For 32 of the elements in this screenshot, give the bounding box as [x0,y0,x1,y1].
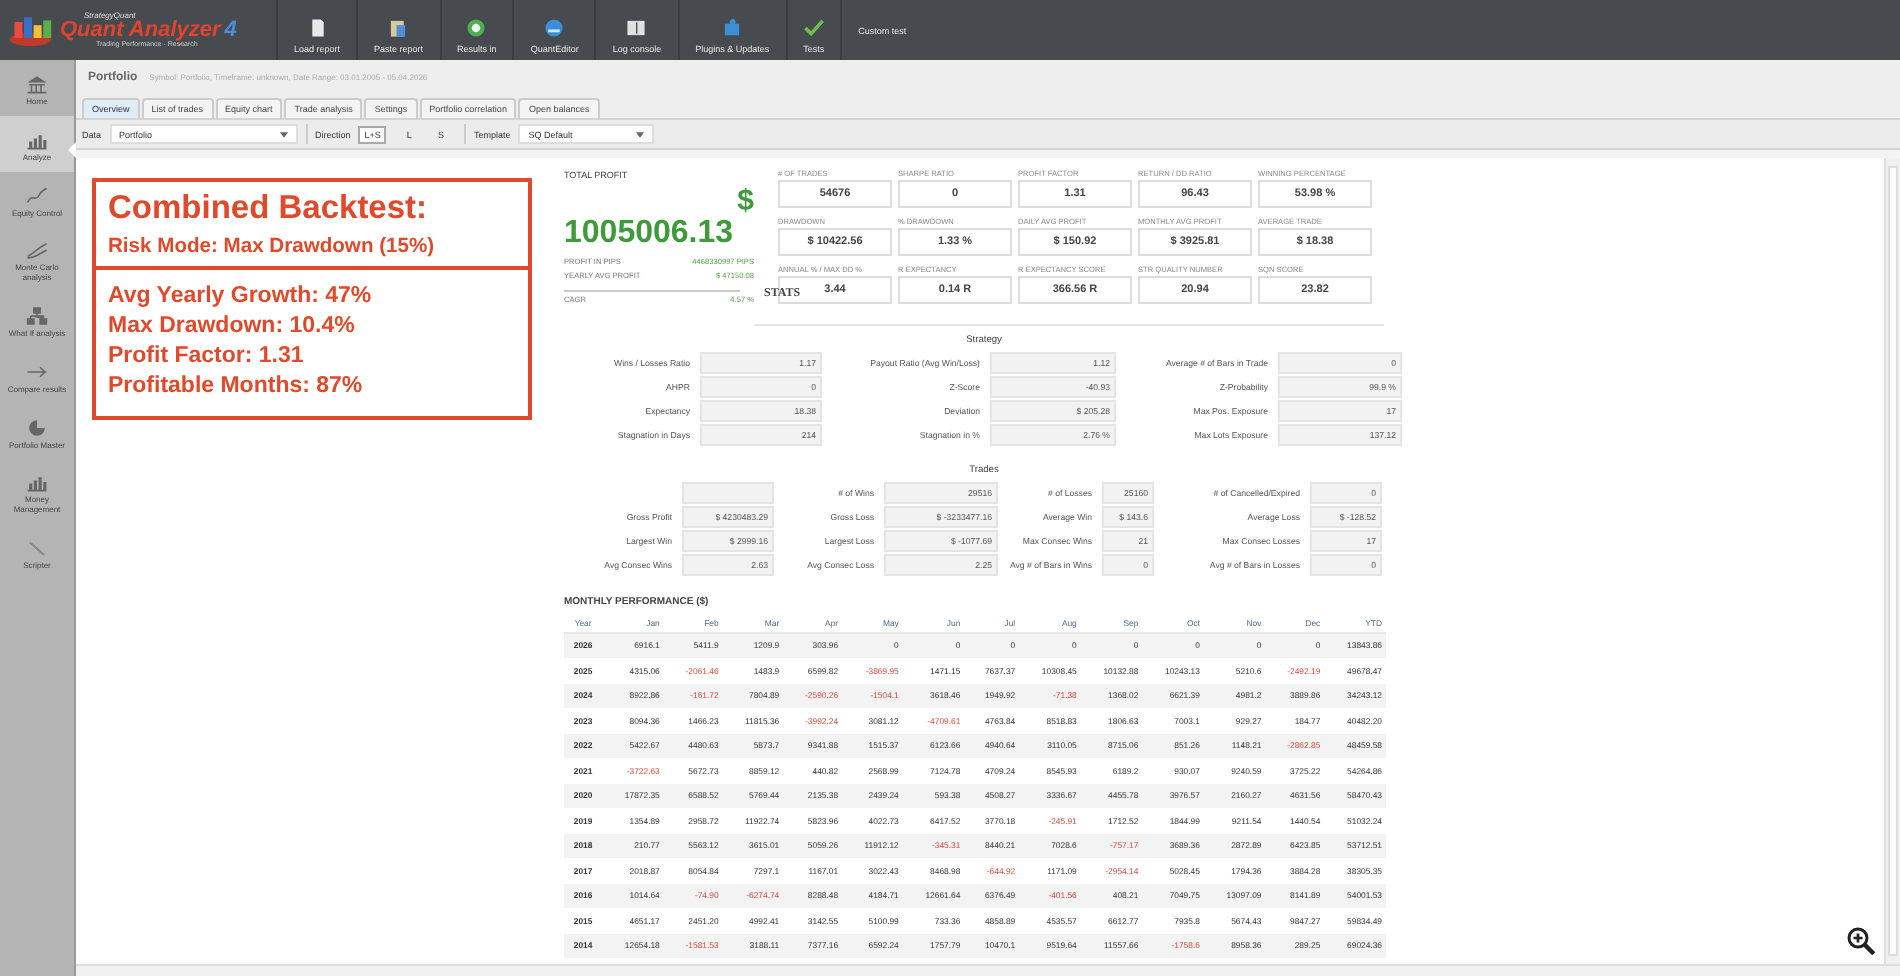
clipboard-icon [388,18,409,38]
total-profit-value: 1005006.13 [564,216,736,252]
document-icon [307,18,328,38]
sidebar-icon [26,240,48,261]
sidebar-icon [26,472,48,493]
caret-icon [279,131,288,137]
logo-icon [8,12,56,48]
zoom-in-icon[interactable] [1846,926,1876,956]
scrollbar[interactable] [76,964,1900,976]
sidebar-icon [26,361,48,382]
annotation-line: Profitable Months: 87% [108,371,365,402]
sidebar-icon [26,185,48,206]
window-icon [626,18,647,38]
scrollbar[interactable] [1884,158,1900,964]
sidebar-icon [26,305,48,326]
sidebar-icon [26,417,48,438]
coin-icon [466,18,487,38]
sidebar-icon [26,537,48,558]
puzzle-icon [722,18,743,38]
annotation-subtitle: Risk Mode: Max Drawdown (15%) [108,236,437,258]
annotation-line: Max Drawdown: 10.4% [108,311,357,342]
annotation-line: Avg Yearly Growth: 47% [108,282,374,312]
app-title: Quant Analyzer [60,19,221,42]
annotation-line: Profit Factor: 1.31 [108,341,306,372]
annotation-title: Combined Backtest: [108,190,430,228]
currency-sign: $ [737,186,756,216]
sidebar-icon [26,74,48,94]
empty-cell [682,482,774,505]
app-version: 4 [224,19,237,42]
caret-icon [636,131,645,137]
check-icon [803,18,824,38]
sidebar-icon [26,129,48,150]
